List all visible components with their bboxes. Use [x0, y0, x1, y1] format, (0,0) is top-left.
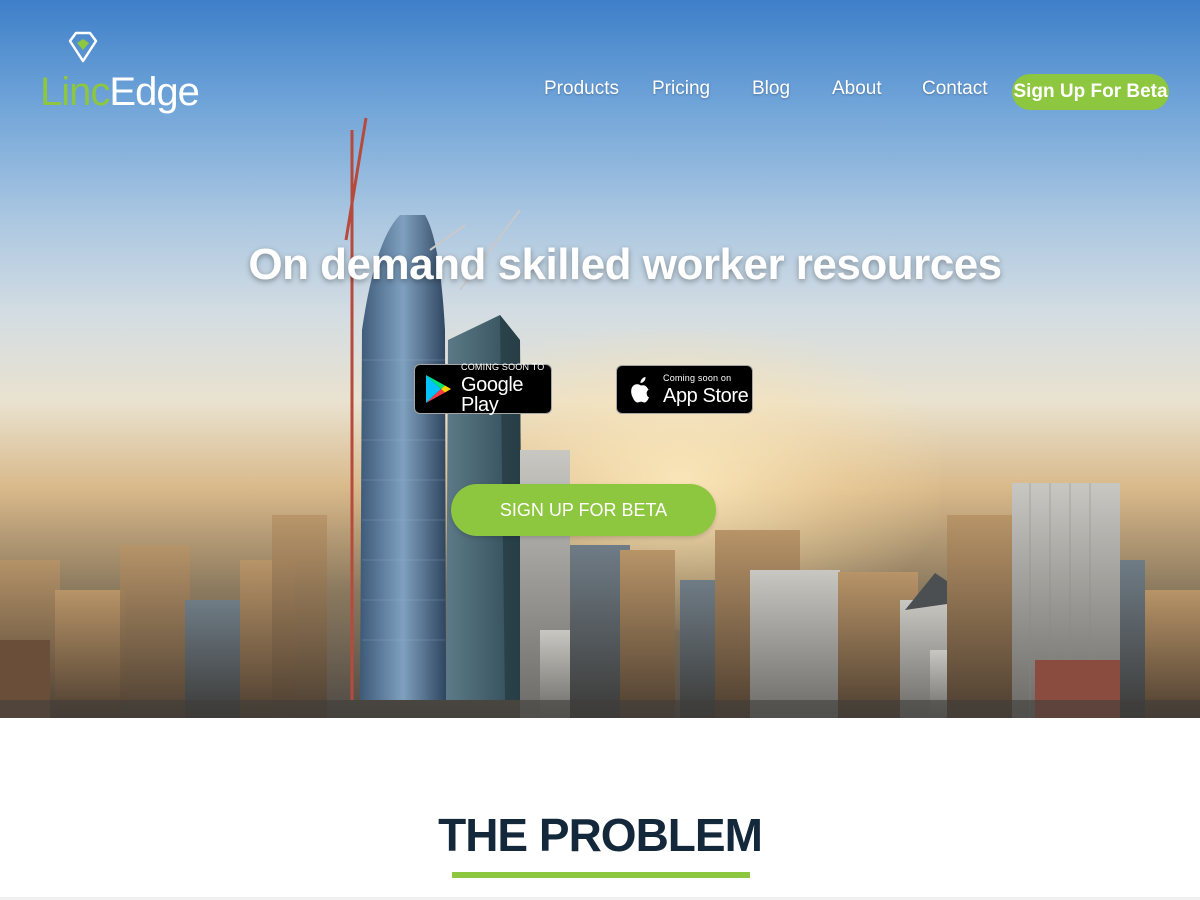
problem-title-underline	[452, 872, 750, 878]
google-play-badge[interactable]: COMING SOON TO Google Play	[414, 362, 552, 416]
google-badge-big-text: Google Play	[461, 374, 524, 416]
nav-link-blog[interactable]: Blog	[752, 78, 790, 100]
map-pin-icon	[68, 31, 98, 63]
nav-link-contact[interactable]: Contact	[922, 78, 987, 100]
google-play-icon	[426, 375, 451, 403]
app-store-badge[interactable]: Coming soon on App Store	[616, 365, 753, 414]
hero-section: LincEdge Products Pricing Blog About Con…	[0, 0, 1200, 718]
nav-signup-button[interactable]: Sign Up For Beta	[1012, 74, 1169, 110]
hero-headline: On demand skilled worker resources	[248, 240, 1002, 289]
google-badge-small-text: COMING SOON TO	[461, 362, 545, 372]
apple-badge-small-text: Coming soon on	[663, 372, 732, 383]
hero-signup-button[interactable]: SIGN UP FOR BETA	[451, 484, 716, 536]
nav-link-products[interactable]: Products	[544, 78, 619, 100]
google-play-badge-text: COMING SOON TO Google Play	[461, 362, 551, 416]
apple-badge-big-text: App Store	[663, 384, 749, 407]
nav-link-about[interactable]: About	[832, 78, 882, 100]
app-store-badge-text: Coming soon on App Store	[663, 372, 749, 407]
nav-link-pricing[interactable]: Pricing	[652, 78, 710, 100]
problem-section-title: THE PROBLEM	[438, 809, 763, 861]
apple-icon	[631, 376, 649, 402]
